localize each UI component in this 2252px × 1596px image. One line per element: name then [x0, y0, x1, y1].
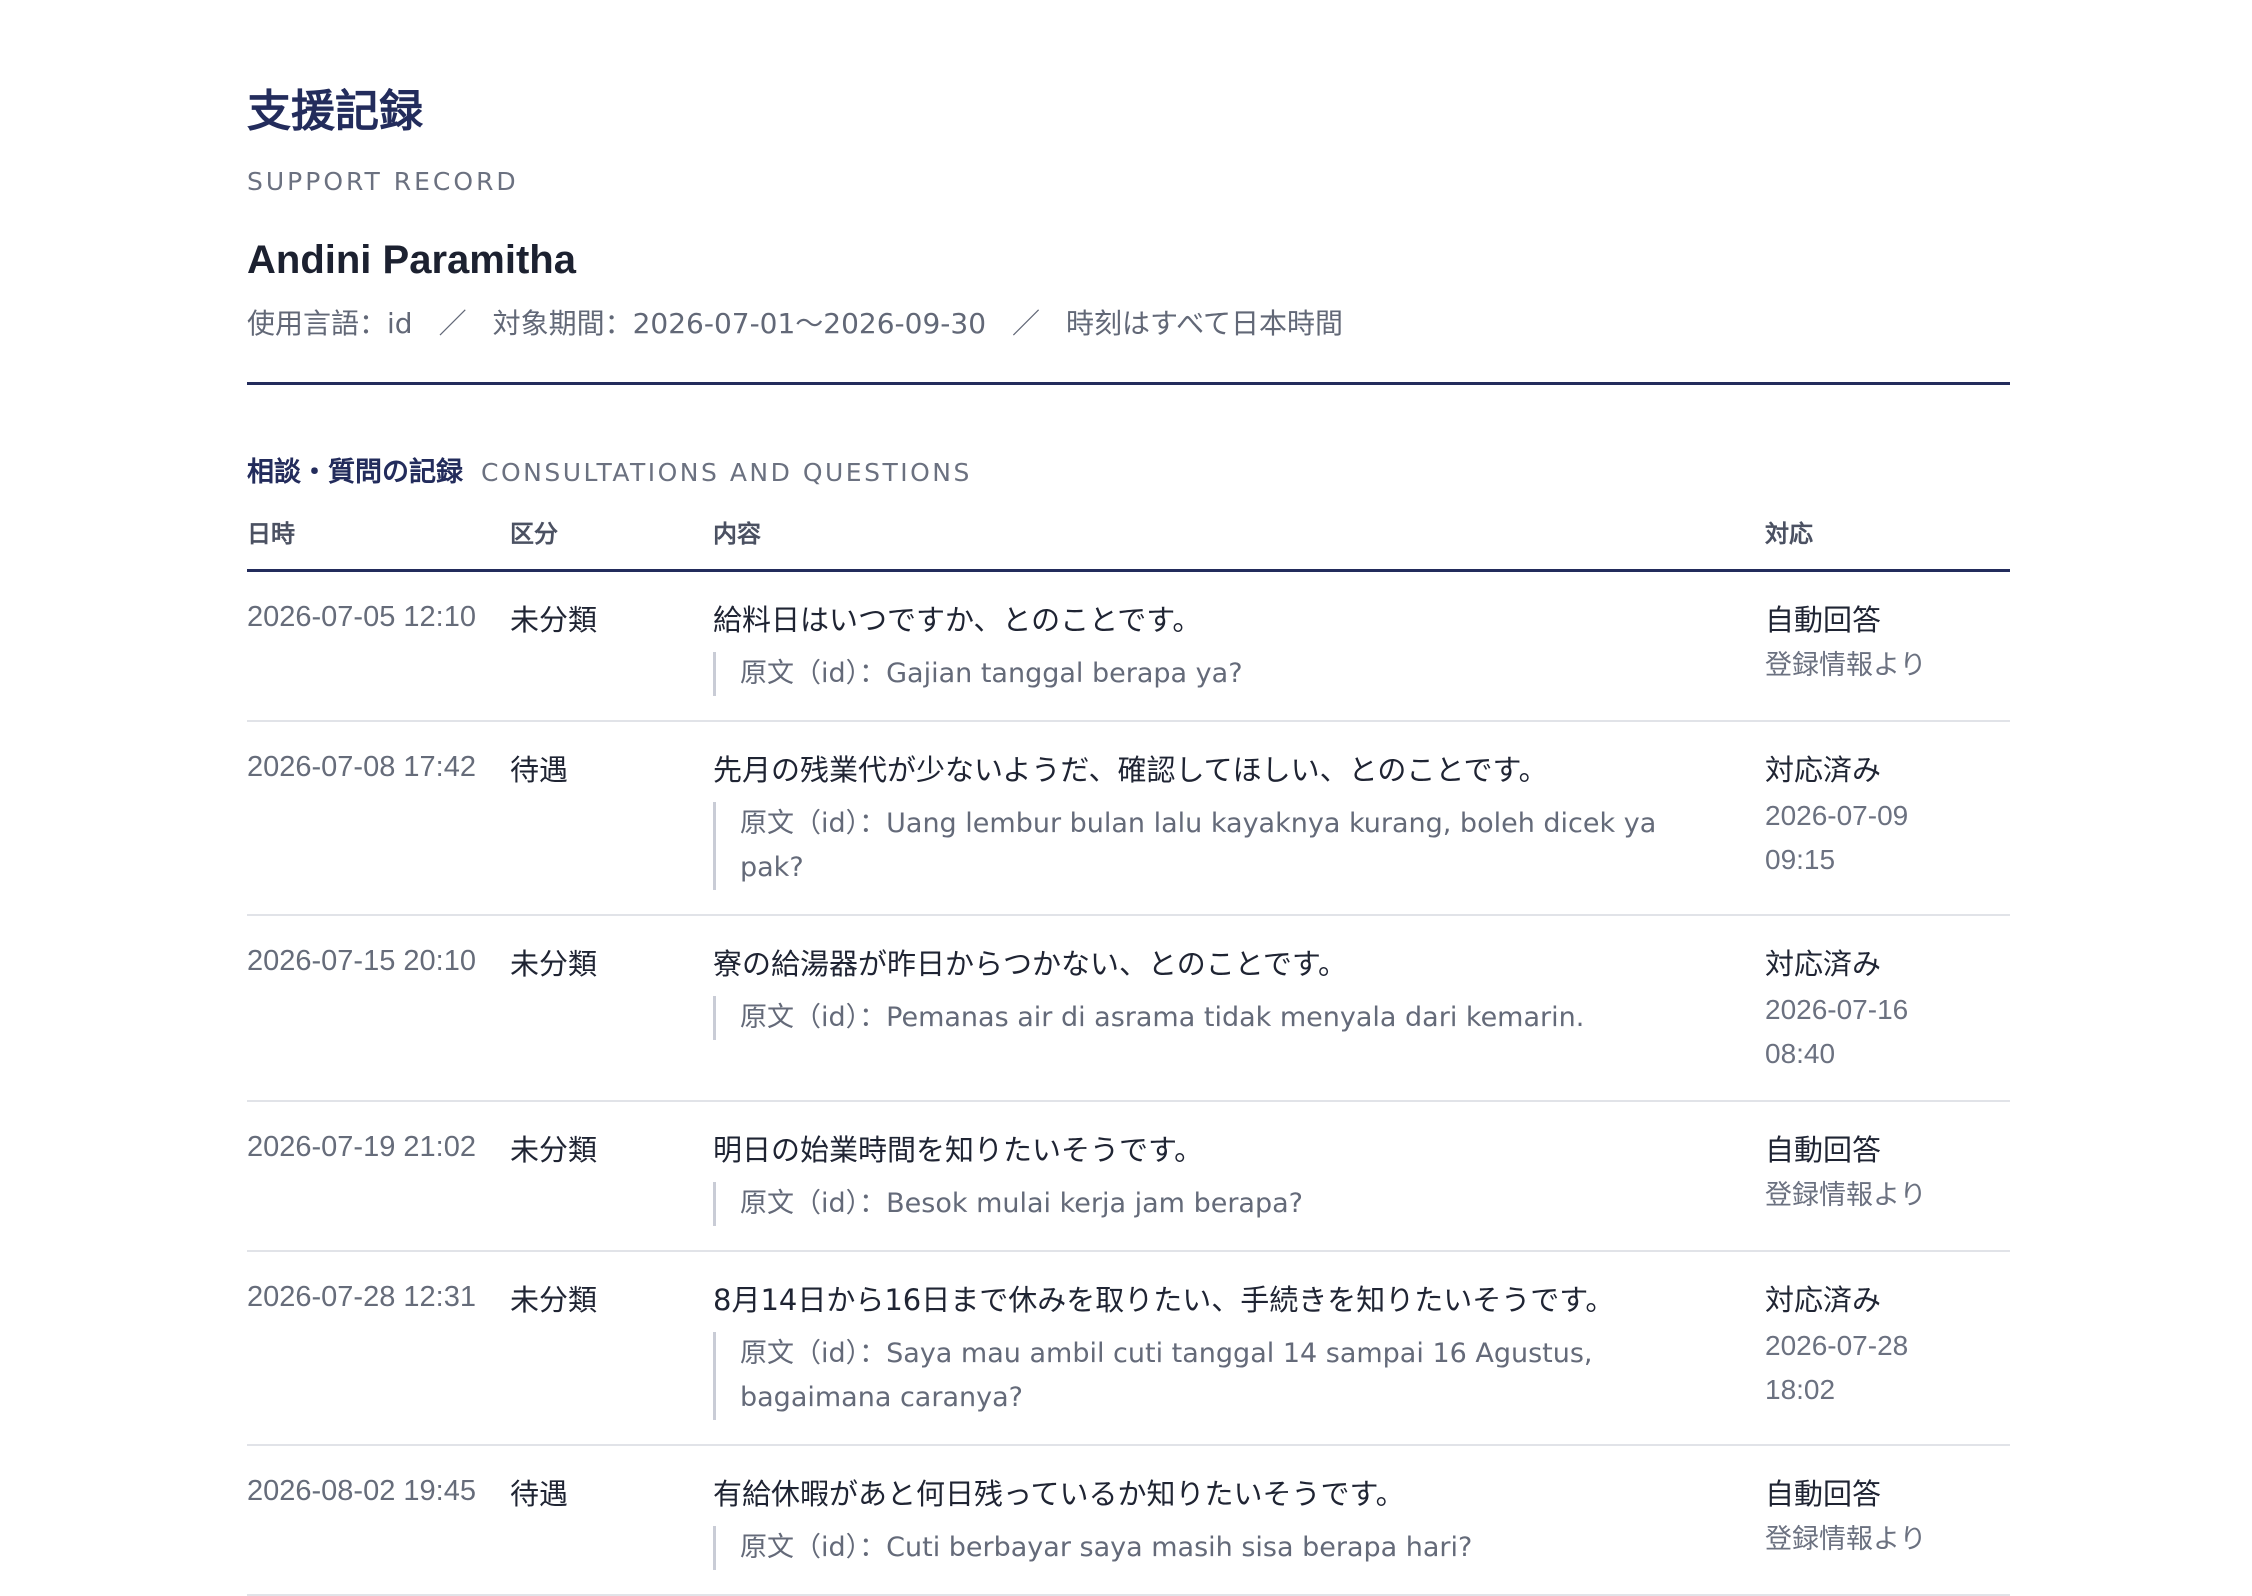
table-row: 2026-07-19 21:02 未分類 明日の始業時間を知りたいそうです。 原…	[247, 1101, 2010, 1252]
table-row: 2026-07-05 12:10 未分類 給料日はいつですか、とのことです。 原…	[247, 570, 2010, 722]
table-row: 2026-08-02 19:45 待遇 有給休暇があと何日残っているか知りたいそ…	[247, 1445, 2010, 1596]
row-category: 待遇	[510, 1477, 569, 1511]
row-original-text: 原文（id）：Saya mau ambil cuti tanggal 14 sa…	[713, 1332, 1765, 1420]
row-original-text: 原文（id）：Pemanas air di asrama tidak menya…	[713, 996, 1765, 1040]
row-response-detail: 登録情報より	[1765, 1524, 1927, 1555]
row-response-status: 対応済み	[1765, 753, 1882, 787]
table-header-row: 日時 区分 内容 対応	[247, 517, 2010, 572]
row-response-time: 18:02	[1765, 1374, 1836, 1405]
row-original-text: 原文（id）：Gajian tanggal berapa ya?	[713, 652, 1765, 696]
row-category: 未分類	[510, 603, 598, 637]
meta-separator: ／	[438, 307, 467, 340]
row-summary: 有給休暇があと何日残っているか知りたいそうです。	[713, 1477, 1405, 1511]
row-summary: 給料日はいつですか、とのことです。	[713, 603, 1202, 637]
header-divider	[247, 382, 2010, 385]
row-category: 未分類	[510, 1283, 598, 1317]
row-summary: 明日の始業時間を知りたいそうです。	[713, 1133, 1204, 1167]
meta-period: 対象期間：2026-07-01〜2026-09-30	[492, 307, 987, 340]
row-response-date: 2026-07-16	[1765, 994, 1909, 1025]
section-title: 相談・質問の記録	[247, 457, 463, 488]
meta-language: 使用言語：id	[247, 307, 413, 340]
row-response-detail: 登録情報より	[1765, 650, 1927, 681]
row-response-detail: 登録情報より	[1765, 1180, 1927, 1211]
record-meta: 使用言語：id ／ 対象期間：2026-07-01〜2026-09-30 ／ 時刻はすべ…	[247, 304, 2010, 344]
row-category: 未分類	[510, 1133, 598, 1167]
row-response-status: 自動回答	[1765, 1477, 1882, 1511]
consultation-table: 日時 区分 内容 対応 2026-07-05 12:10 未分類 給料日はいつで…	[247, 517, 2010, 1596]
row-datetime: 2026-08-02 19:45	[247, 1475, 476, 1507]
row-response-status: 対応済み	[1765, 1283, 1882, 1317]
row-response-status: 自動回答	[1765, 1133, 1882, 1167]
row-original-text: 原文（id）：Uang lembur bulan lalu kayaknya k…	[713, 802, 1765, 890]
column-header-response: 対応	[1765, 517, 2010, 572]
section-subtitle: CONSULTATIONS AND QUESTIONS	[481, 458, 972, 487]
meta-separator: ／	[1012, 307, 1041, 340]
table-row: 2026-07-08 17:42 待遇 先月の残業代が少ないようだ、確認してほし…	[247, 721, 2010, 916]
row-datetime: 2026-07-19 21:02	[247, 1131, 476, 1163]
table-row: 2026-07-28 12:31 未分類 8月14日から16日まで休みを取りたい…	[247, 1251, 2010, 1446]
row-response-time: 08:40	[1765, 1038, 1836, 1069]
row-datetime: 2026-07-15 20:10	[247, 945, 476, 977]
table-row: 2026-07-15 20:10 未分類 寮の給湯器が昨日からつかない、とのこと…	[247, 915, 2010, 1102]
row-datetime: 2026-07-08 17:42	[247, 751, 476, 783]
page-title: 支援記録	[247, 86, 423, 137]
row-category: 待遇	[510, 753, 569, 787]
row-response-time: 09:15	[1765, 844, 1836, 875]
meta-timezone-note: 時刻はすべて日本時間	[1066, 307, 1343, 340]
row-summary: 8月14日から16日まで休みを取りたい、手続きを知りたいそうです。	[713, 1283, 1615, 1317]
page-subtitle: SUPPORT RECORD	[247, 167, 519, 196]
row-response-status: 対応済み	[1765, 947, 1882, 981]
row-response-status: 自動回答	[1765, 603, 1882, 637]
support-record-page: 支援記録 SUPPORT RECORD Andini Paramitha 使用言…	[247, 80, 2010, 1596]
person-name: Andini Paramitha	[247, 238, 576, 282]
row-response-date: 2026-07-28	[1765, 1330, 1909, 1361]
row-original-text: 原文（id）：Besok mulai kerja jam berapa?	[713, 1182, 1765, 1226]
row-original-text: 原文（id）：Cuti berbayar saya masih sisa ber…	[713, 1526, 1765, 1570]
row-response-date: 2026-07-09	[1765, 800, 1909, 831]
column-header-category: 区分	[510, 517, 713, 572]
row-datetime: 2026-07-05 12:10	[247, 601, 476, 633]
row-summary: 寮の給湯器が昨日からつかない、とのことです。	[713, 947, 1347, 981]
section-header: 相談・質問の記録 CONSULTATIONS AND QUESTIONS	[247, 453, 2010, 493]
column-header-datetime: 日時	[247, 517, 510, 572]
column-header-content: 内容	[713, 517, 1765, 572]
row-summary: 先月の残業代が少ないようだ、確認してほしい、とのことです。	[713, 753, 1548, 787]
row-category: 未分類	[510, 947, 598, 981]
row-datetime: 2026-07-28 12:31	[247, 1281, 476, 1313]
